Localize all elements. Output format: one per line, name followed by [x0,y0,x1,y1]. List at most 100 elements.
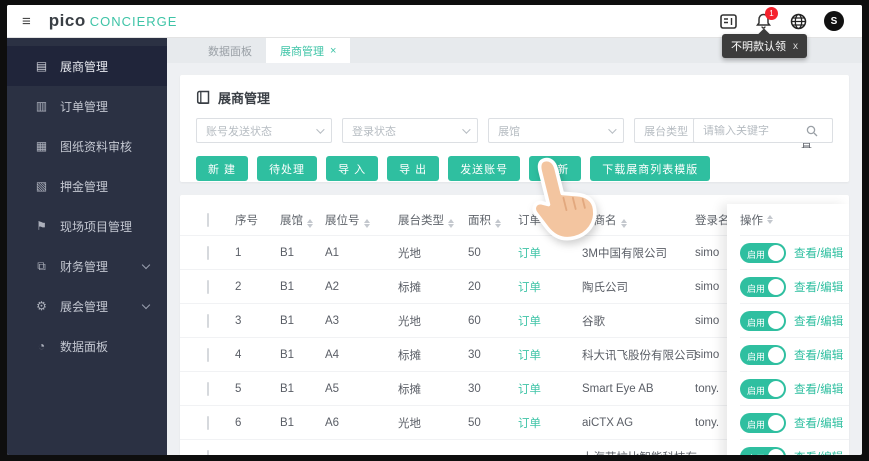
tab-close-icon[interactable]: × [330,45,336,57]
cell-type: 标摊 [398,281,421,294]
enable-toggle[interactable]: 启用 [740,446,786,455]
sidebar-item-deposit-mgmt[interactable]: ▧ 押金管理 [7,166,167,206]
cell-company: 陶氏公司 [582,281,628,294]
sidebar-item-label: 押金管理 [60,179,109,194]
order-link[interactable]: 订单 [518,316,541,328]
col-header-type[interactable]: 展台类型 [398,212,468,228]
tab-label: 数据面板 [208,45,252,58]
hamburger-menu-icon[interactable]: ≡ [22,13,31,30]
row-checkbox[interactable] [207,415,209,430]
notification-bell-icon[interactable]: 1 [754,7,778,30]
billing-card-icon[interactable] [719,12,737,30]
cell-company: 上海艾拉比智能科技有 [582,449,697,456]
enable-toggle[interactable]: 启用 [740,310,786,331]
sidebar-item-exhibitor-mgmt[interactable]: ▤ 展商管理 [7,46,167,86]
book-icon [196,90,210,104]
order-link[interactable]: 订单 [518,350,541,362]
order-link[interactable]: 订单 [518,248,541,260]
export-button[interactable]: 导 出 [387,156,440,181]
import-button[interactable]: 导 入 [326,156,379,181]
col-header-company[interactable]: 展商名 [582,212,695,228]
sidebar-item-label: 展会管理 [60,299,109,314]
row-checkbox[interactable] [207,313,209,328]
sidebar-item-order-mgmt[interactable]: ▥ 订单管理 [7,86,167,126]
sidebar: ▤ 展商管理 ▥ 订单管理 ▦ 图纸资料审核 ▧ 押金管理 ⚑ 现场项目管理 ⧉… [7,38,167,455]
row-checkbox[interactable] [207,449,209,455]
cell-no: 6 [235,416,242,429]
cell-type: 光地 [398,315,421,328]
filter-login-status[interactable]: 登录状态 [342,118,479,143]
main-content: 数据面板 展商管理 × 展商管理 账号发送状态 登录状态 展馆 展台类型 置 请… [167,38,862,455]
order-link[interactable]: 订单 [518,282,541,294]
new-button[interactable]: 新 建 [196,156,249,181]
flag-icon: ⚑ [36,219,47,233]
sort-icon[interactable] [363,218,370,228]
cell-no: 4 [235,348,242,361]
download-template-button[interactable]: 下载展商列表模版 [590,156,711,181]
search-input[interactable] [694,124,806,137]
logo-text-pico: pico [48,11,86,30]
cell-hall: B1 [280,416,295,429]
sort-icon[interactable] [495,218,501,228]
order-doc-icon: ▥ [35,99,48,113]
row-checkbox[interactable] [207,245,209,260]
view-edit-link[interactable]: 查看/编辑 [794,381,843,397]
tab-exhibitor-mgmt[interactable]: 展商管理 × [266,38,351,63]
cell-booth: A5 [325,382,340,395]
order-link[interactable]: 订单 [518,418,541,430]
filter-placeholder: 展馆 [498,125,521,138]
sidebar-item-onsite-project-mgmt[interactable]: ⚑ 现场项目管理 [7,206,167,246]
sidebar-item-finance-mgmt[interactable]: ⧉ 财务管理 [7,246,167,286]
enable-toggle[interactable]: 启用 [740,412,786,433]
col-header-no[interactable]: 序号 [235,212,280,228]
view-edit-link[interactable]: 查看/编辑 [794,449,843,456]
pending-button[interactable]: 待处理 [257,156,318,181]
sort-icon[interactable] [307,218,313,228]
cell-no: 3 [235,314,242,327]
enable-toggle[interactable]: 启用 [740,242,786,263]
app-window: ≡ pico CONCIERGE 1 S 不明款认领 x ▤ 展商管理 ▥ 订单… [7,5,862,455]
enable-toggle[interactable]: 启用 [740,378,786,399]
sidebar-item-exhibition-mgmt[interactable]: ⚙ 展会管理 [7,286,167,326]
user-avatar[interactable]: S [824,11,844,31]
sort-icon[interactable] [767,215,773,224]
deposit-card-icon: ▧ [35,179,48,193]
tab-data-dashboard[interactable]: 数据面板 [194,38,266,63]
sidebar-item-drawing-review[interactable]: ▦ 图纸资料审核 [7,126,167,166]
sidebar-item-data-dashboard[interactable]: ◔ 数据面板 [7,326,167,366]
col-header-order[interactable]: 订单 [518,212,582,228]
col-header-booth[interactable]: 展位号 [325,212,398,228]
row-checkbox[interactable] [207,347,209,362]
sidebar-item-label: 现场项目管理 [60,219,133,234]
sort-icon[interactable] [620,218,627,228]
enable-toggle[interactable]: 启用 [740,344,786,365]
cell-area: 20 [468,280,481,293]
cell-no: 2 [235,280,242,293]
view-edit-link[interactable]: 查看/编辑 [794,347,843,363]
tooltip-close-icon[interactable]: x [793,41,798,52]
row-checkbox[interactable] [207,279,209,294]
col-header-actions[interactable]: 操作 [740,204,849,235]
view-edit-link[interactable]: 查看/编辑 [794,245,843,261]
enable-toggle[interactable]: 启用 [740,276,786,297]
sort-icon[interactable] [545,218,551,228]
view-edit-link[interactable]: 查看/编辑 [794,415,843,431]
col-header-hall[interactable]: 展馆 [280,212,325,228]
select-all-checkbox[interactable] [207,212,209,227]
filter-hall[interactable]: 展馆 [488,118,625,143]
toggle-knob [768,312,784,329]
language-globe-icon[interactable] [789,12,807,30]
search-icon[interactable] [806,125,818,137]
page-title: 展商管理 [218,91,271,106]
actions-row: 启用 查看/编辑 [740,235,849,269]
row-checkbox[interactable] [207,381,209,396]
cell-type: 标摊 [398,349,421,362]
filter-account-send-status[interactable]: 账号发送状态 [196,118,333,143]
col-header-area[interactable]: 面积 [468,212,518,228]
order-link[interactable]: 订单 [518,384,541,396]
refresh-button[interactable]: 刷 新 [529,156,582,181]
view-edit-link[interactable]: 查看/编辑 [794,313,843,329]
view-edit-link[interactable]: 查看/编辑 [794,279,843,295]
send-account-button[interactable]: 发送账号 [448,156,521,181]
sort-icon[interactable] [448,218,454,228]
